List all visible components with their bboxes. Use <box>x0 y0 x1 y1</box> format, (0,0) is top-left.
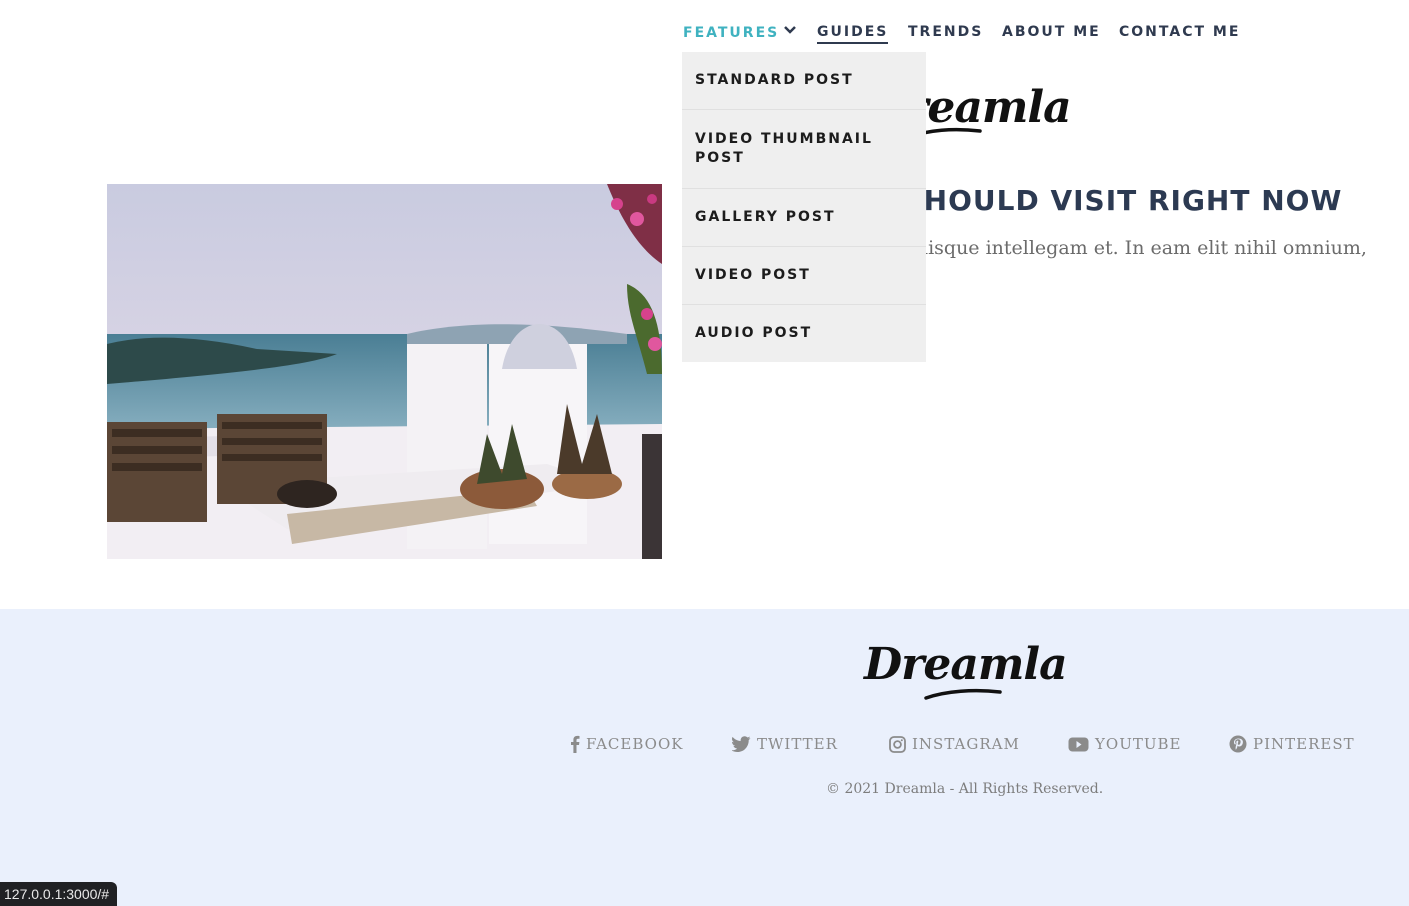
post-image[interactable] <box>107 184 662 559</box>
social-instagram-label: INSTAGRAM <box>912 735 1020 753</box>
social-facebook-label: FACEBOOK <box>586 735 684 753</box>
post-excerpt: n qualisque intellegam et. In eam elit n… <box>868 237 1367 259</box>
copyright: © 2021 Dreamla - All Rights Reserved. <box>826 781 1104 797</box>
nav-trends[interactable]: TRENDS <box>908 24 983 40</box>
dropdown-item-standard-post[interactable]: STANDARD POST <box>682 52 926 110</box>
facebook-icon <box>571 735 580 753</box>
social-youtube-label: YOUTUBE <box>1095 735 1182 753</box>
social-pinterest[interactable]: PINTEREST <box>1229 735 1355 753</box>
nav-guides[interactable]: GUIDES <box>817 24 889 44</box>
chevron-down-icon <box>783 23 797 39</box>
status-bar-url: 127.0.0.1:3000/# <box>0 882 118 906</box>
santorini-photo <box>107 184 662 559</box>
pinterest-icon <box>1229 735 1247 753</box>
social-facebook[interactable]: FACEBOOK <box>570 735 683 753</box>
dropdown-item-gallery-post[interactable]: GALLERY POST <box>682 189 926 247</box>
footer-logo-text: Dreamla <box>864 639 1068 690</box>
twitter-icon <box>732 736 751 752</box>
footer-logo[interactable]: Dreamla <box>864 639 1068 700</box>
dropdown-item-audio-post[interactable]: AUDIO POST <box>682 305 926 362</box>
nav-contact[interactable]: CONTACT ME <box>1119 24 1240 40</box>
logo-swash-icon <box>924 688 1002 700</box>
dropdown-item-video-post[interactable]: VIDEO POST <box>682 247 926 305</box>
social-pinterest-label: PINTEREST <box>1253 735 1355 753</box>
youtube-icon <box>1068 737 1089 751</box>
social-twitter[interactable]: TWITTER <box>732 735 838 753</box>
post-title[interactable]: U SHOULD VISIT RIGHT NOW <box>868 184 1409 217</box>
dropdown-item-video-thumbnail-post[interactable]: VIDEO THUMBNAIL POST <box>682 110 926 189</box>
nav-features[interactable]: FEATURES <box>683 25 797 41</box>
features-dropdown: STANDARD POST VIDEO THUMBNAIL POST GALLE… <box>682 52 926 362</box>
instagram-icon <box>889 735 906 753</box>
social-youtube[interactable]: YOUTUBE <box>1068 735 1181 753</box>
nav-guides-label: GUIDES <box>817 24 889 44</box>
nav-about[interactable]: ABOUT ME <box>1002 24 1101 40</box>
footer: Dreamla FACEBOOK TWITTER INSTAGRAM YOUTU… <box>0 609 1409 906</box>
social-twitter-label: TWITTER <box>757 735 838 753</box>
nav-features-label: FEATURES <box>683 25 780 41</box>
social-instagram[interactable]: INSTAGRAM <box>889 735 1020 753</box>
